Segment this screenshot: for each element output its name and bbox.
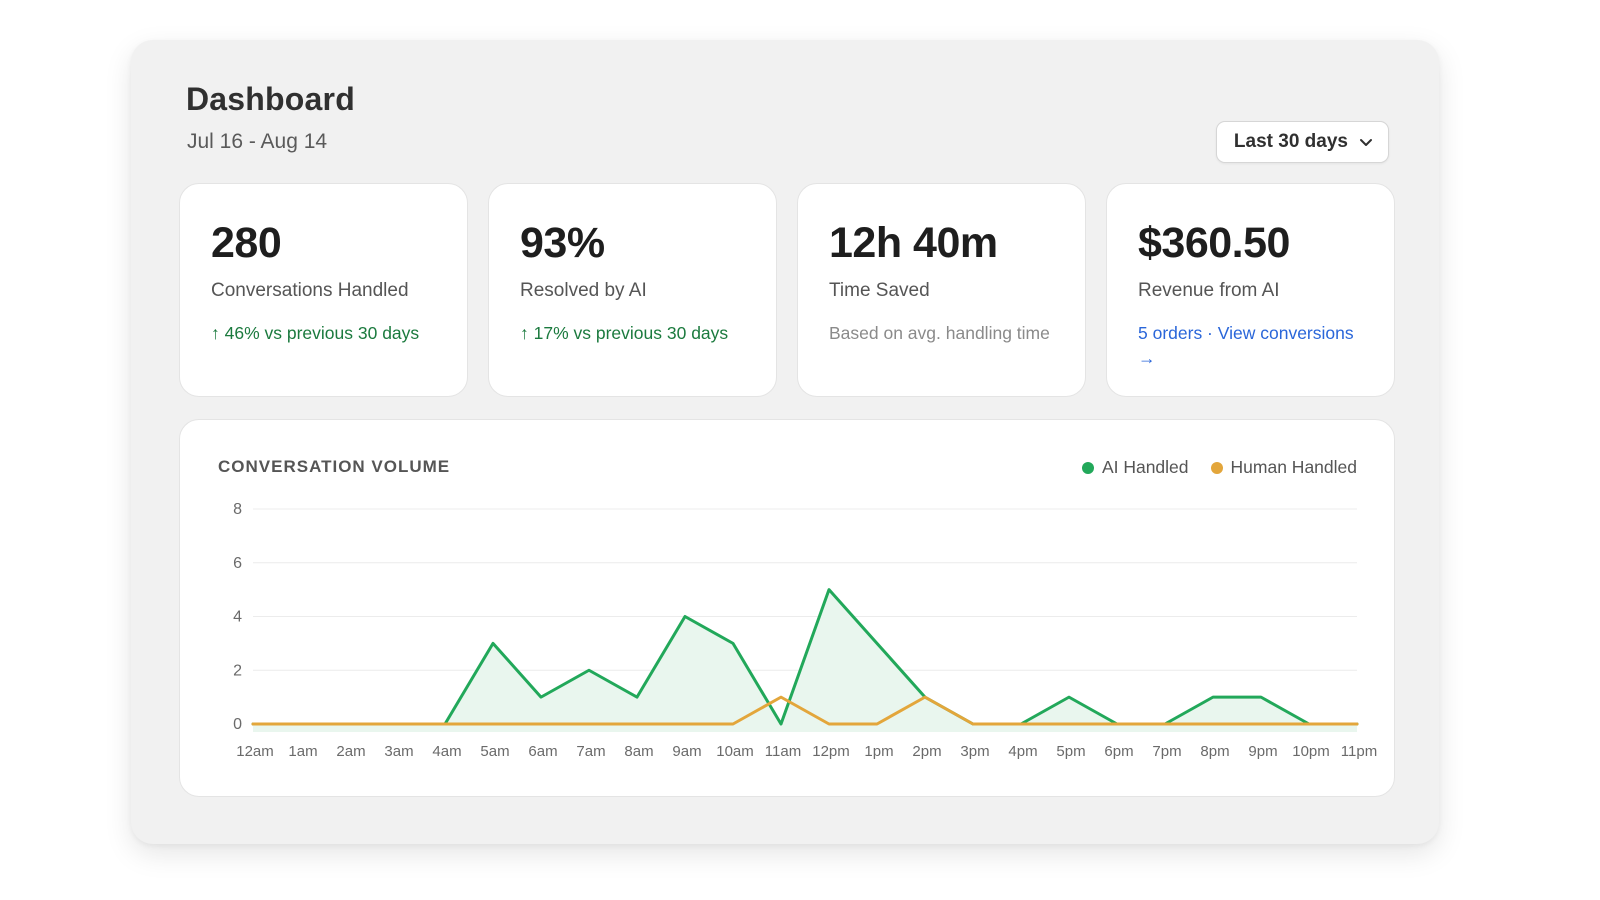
- x-tick-label: 9am: [672, 743, 701, 760]
- conversation-volume-chart: 0 2 4 6 8 12am 1am 2am 3am 4am 5am 6am 7am 8am 9am 10am…: [233, 501, 1377, 760]
- stat-card-revenue: $360.50 Revenue from AI 5 orders · View …: [1106, 183, 1395, 397]
- x-tick-label: 10pm: [1292, 743, 1330, 760]
- x-tick-label: 11pm: [1341, 743, 1377, 760]
- y-tick-label: 2: [233, 662, 242, 679]
- x-tick-label: 8am: [624, 743, 653, 760]
- stat-value: $360.50: [1138, 219, 1290, 267]
- chevron-down-icon: [1358, 134, 1374, 150]
- x-tick-label: 5pm: [1056, 743, 1085, 760]
- page-title: Dashboard: [186, 81, 355, 117]
- date-range-select[interactable]: Last 30 days: [1215, 121, 1389, 163]
- x-tick-label: 12am: [236, 743, 274, 760]
- stat-value: 12h 40m: [829, 219, 998, 267]
- date-range-select-label: Last 30 days: [1233, 131, 1348, 152]
- x-tick-label: 12pm: [812, 743, 850, 760]
- stat-trend: ↑ 17% vs previous 30 days: [520, 323, 729, 343]
- x-tick-label: 1am: [288, 743, 317, 760]
- x-tick-label: 9pm: [1248, 743, 1277, 760]
- x-tick-label: 4pm: [1008, 743, 1037, 760]
- stat-label: Time Saved: [829, 280, 930, 301]
- x-tick-label: 8pm: [1200, 743, 1229, 760]
- stat-value: 93%: [520, 219, 605, 267]
- view-conversions-link[interactable]: 5 orders · View conversions →: [1138, 321, 1363, 371]
- date-range: Jul 16 - Aug 14: [187, 130, 328, 153]
- x-tick-label: 1pm: [864, 743, 893, 760]
- x-tick-label: 6pm: [1104, 743, 1133, 760]
- stat-trend: ↑ 46% vs previous 30 days: [211, 323, 420, 343]
- stat-card-resolved: 93% Resolved by AI ↑ 17% vs previous 30 …: [488, 183, 777, 397]
- stat-card-time-saved: 12h 40m Time Saved Based on avg. handlin…: [797, 183, 1086, 397]
- stat-label: Conversations Handled: [211, 280, 409, 301]
- x-tick-label: 7am: [576, 743, 605, 760]
- y-tick-label: 4: [233, 609, 242, 626]
- conversation-volume-card: CONVERSATION VOLUME AI Handled Human Han…: [179, 419, 1395, 797]
- x-tick-label: 5am: [480, 743, 509, 760]
- x-tick-label: 2am: [336, 743, 365, 760]
- y-tick-label: 0: [233, 716, 242, 733]
- stat-note: Based on avg. handling time: [829, 323, 1050, 343]
- stat-label: Revenue from AI: [1138, 280, 1280, 301]
- x-tick-label: 7pm: [1152, 743, 1181, 760]
- x-tick-label: 2pm: [912, 743, 941, 760]
- y-tick-label: 8: [233, 501, 242, 518]
- x-tick-label: 3am: [384, 743, 413, 760]
- x-tick-label: 11am: [765, 743, 801, 760]
- dashboard-panel: Dashboard Jul 16 - Aug 14 Last 30 days 2…: [131, 40, 1439, 844]
- x-tick-label: 6am: [528, 743, 557, 760]
- x-tick-label: 10am: [716, 743, 754, 760]
- stat-value: 280: [211, 219, 282, 267]
- stat-card-conversations: 280 Conversations Handled ↑ 46% vs previ…: [179, 183, 468, 397]
- stat-label: Resolved by AI: [520, 280, 647, 301]
- y-tick-label: 6: [233, 555, 242, 572]
- x-tick-label: 3pm: [960, 743, 989, 760]
- x-tick-label: 4am: [432, 743, 461, 760]
